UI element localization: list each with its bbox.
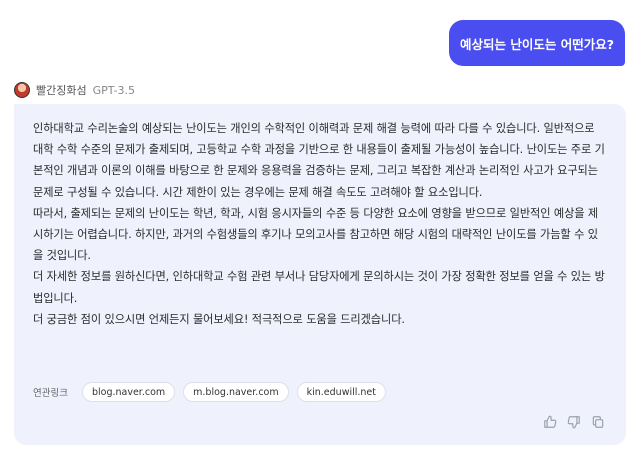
related-link-chip[interactable]: kin.eduwill.net [296, 382, 387, 402]
answer-paragraph: 따라서, 출제되는 문제의 난이도는 학년, 학과, 시험 응시자들의 수준 등… [33, 206, 599, 263]
bot-avatar [14, 82, 30, 98]
related-link-chip[interactable]: blog.naver.com [81, 382, 176, 402]
related-link-chip[interactable]: m.blog.naver.com [183, 382, 289, 402]
related-links-label: 연관링크 [33, 388, 68, 399]
answer-paragraph: 더 궁금한 점이 있으시면 언제든지 물어보세요! 적극적으로 도움을 드리겠습… [33, 312, 405, 326]
thumbs-up-icon[interactable] [542, 414, 558, 430]
answer-card: 인하대학교 수리논술의 예상되는 난이도는 개인의 수학적인 이해력과 문제 해… [14, 104, 626, 445]
answer-actions [542, 414, 606, 430]
user-message-bubble: 예상되는 난이도는 어떤가요? [449, 20, 625, 66]
answer-body: 인하대학교 수리논술의 예상되는 난이도는 개인의 수학적인 이해력과 문제 해… [33, 118, 608, 330]
bot-header: 빨간징화섬 GPT-3.5 [14, 80, 135, 100]
bot-model-label: GPT-3.5 [92, 83, 135, 97]
related-links: 연관링크 blog.naver.com m.blog.naver.com kin… [33, 382, 387, 402]
thumbs-down-icon[interactable] [566, 414, 582, 430]
bot-name: 빨간징화섬 [36, 84, 87, 97]
answer-paragraph: 더 자세한 정보를 원하신다면, 인하대학교 수험 관련 부서나 담당자에게 문… [33, 270, 605, 305]
copy-icon[interactable] [590, 414, 606, 430]
answer-paragraph: 인하대학교 수리논술의 예상되는 난이도는 개인의 수학적인 이해력과 문제 해… [33, 122, 605, 199]
